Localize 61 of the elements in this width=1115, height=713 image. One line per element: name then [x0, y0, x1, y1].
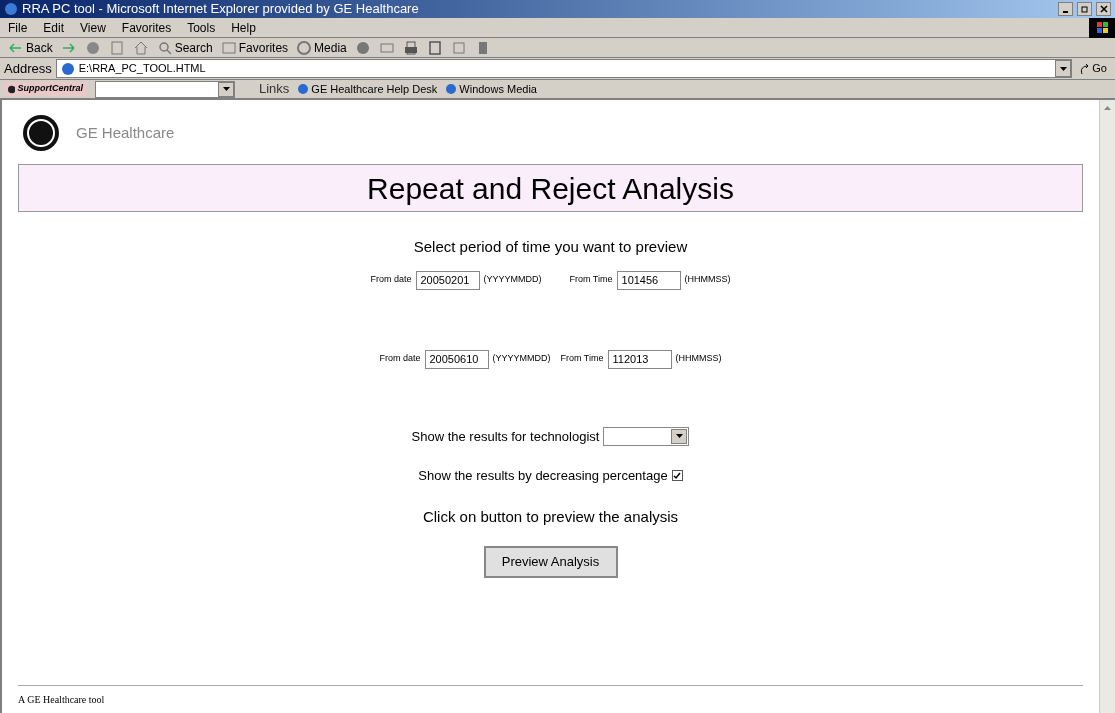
date-label: From date [370, 273, 412, 287]
link[interactable]: Windows Media [445, 80, 537, 98]
caret-down-icon [675, 434, 683, 439]
date-label: From date [379, 352, 421, 366]
time-format-hint: (HHMMSS) [675, 352, 722, 366]
date-format-hint: (YYYYMMDD) [492, 352, 551, 366]
toolbar-button[interactable]: Search [156, 38, 213, 57]
menu-item[interactable]: Favorites [121, 18, 172, 37]
caret-up-icon [1104, 106, 1111, 110]
footer-text: A GE Healthcare tool [18, 693, 106, 707]
caret-down-icon [1059, 66, 1067, 71]
dropdown-button[interactable] [218, 81, 234, 97]
menu-item[interactable]: Help [231, 18, 256, 37]
decreasing-checkbox[interactable] [671, 470, 683, 482]
link[interactable]: GE Healthcare Help Desk [297, 80, 438, 98]
windows-logo-icon [1089, 17, 1115, 38]
address-label: Address [4, 59, 52, 78]
decreasing-label: Show the results by decreasing percentage [418, 467, 668, 485]
restore-button[interactable] [1077, 2, 1092, 16]
support-search-field[interactable] [95, 80, 235, 98]
go-button[interactable]: Go [1076, 60, 1111, 77]
scrollbar[interactable] [1099, 100, 1115, 713]
search-icon [156, 39, 173, 56]
toolbar-button[interactable]: Favorites [220, 38, 289, 57]
dropdown-button[interactable] [671, 428, 688, 444]
toolbar-button[interactable]: Media [296, 38, 347, 57]
preview-analysis-button[interactable]: Preview Analysis [483, 546, 618, 578]
time-input[interactable]: 101456 [616, 270, 681, 290]
prompt-text: Select period of time you want to preview [413, 237, 688, 257]
menu-item[interactable]: Edit [43, 18, 65, 37]
address-field[interactable]: E:\RRA_PC_TOOL.HTML [55, 59, 1073, 78]
support-central-button[interactable]: SupportCentral [4, 82, 87, 96]
toolbar-button[interactable] [402, 39, 419, 56]
date-input[interactable]: 20050201 [415, 270, 480, 290]
date-format-hint: (YYYYMMDD) [483, 273, 542, 287]
time-input[interactable]: 112013 [607, 349, 672, 369]
toolbar-button[interactable] [132, 39, 149, 56]
print-icon [402, 39, 419, 56]
links-label: Links [259, 80, 290, 99]
menu-item[interactable]: File [8, 18, 28, 37]
close-icon [1099, 5, 1108, 13]
time-format-hint: (HHMMSS) [684, 273, 731, 287]
restore-icon [1080, 5, 1089, 13]
instruction-text: Click on button to preview the analysis [422, 506, 679, 527]
minimize-button[interactable] [1058, 2, 1073, 16]
technologist-select[interactable] [603, 426, 690, 446]
time-label: From Time [569, 273, 613, 287]
go-arrow-icon [1080, 62, 1091, 75]
menu-item[interactable]: Tools [187, 18, 216, 37]
close-button[interactable] [1096, 2, 1111, 16]
caret-down-icon [222, 87, 230, 91]
toolbar-button[interactable]: Back [8, 38, 53, 57]
date-input[interactable]: 20050610 [424, 349, 489, 369]
dropdown-button[interactable] [1055, 60, 1072, 77]
menu-item[interactable]: View [80, 18, 106, 37]
window-title: RRA PC tool - Microsoft Internet Explorer provided by GE Healthcare [22, 0, 420, 19]
brand-name: GE Healthcare [76, 122, 175, 143]
home-icon [132, 39, 149, 56]
page-heading: Repeat and Reject Analysis [367, 170, 734, 207]
technologist-label: Show the results for technologist [411, 427, 600, 446]
time-label: From Time [560, 352, 604, 366]
